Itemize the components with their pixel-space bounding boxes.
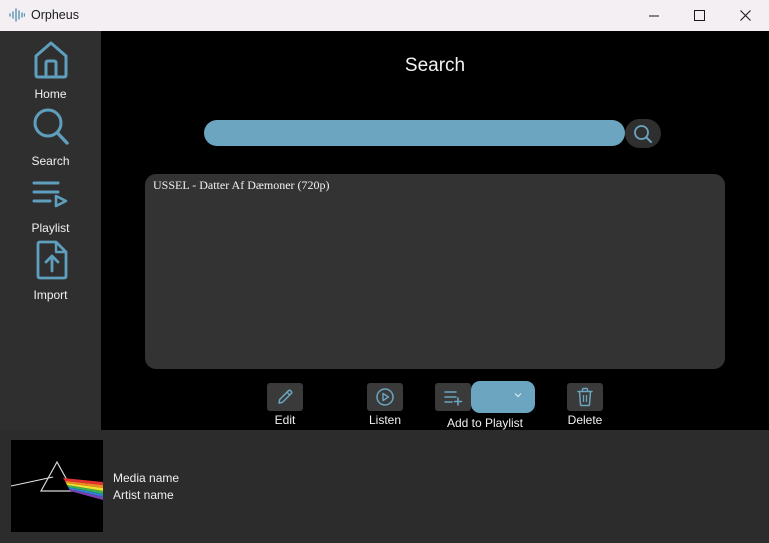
maximize-icon (693, 10, 705, 21)
delete-label: Delete (567, 413, 603, 427)
import-icon (36, 240, 68, 280)
player-bar: Media name Artist name (0, 430, 769, 543)
listen-label: Listen (368, 413, 402, 427)
edit-button[interactable]: Edit (267, 383, 303, 429)
minimize-button[interactable] (631, 0, 677, 31)
list-item[interactable]: USSEL - Datter Af Dæmoner (720p) (153, 178, 330, 193)
search-icon (634, 124, 652, 143)
home-icon (34, 41, 68, 79)
playlist-icon (32, 181, 68, 208)
sidebar-item-playlist[interactable]: Playlist (0, 169, 101, 235)
sidebar-item-label: Import (33, 288, 68, 302)
add-to-playlist-label: Add to Playlist (446, 416, 524, 430)
sidebar-item-label: Home (34, 87, 67, 101)
prism-album-art-image (11, 440, 103, 532)
search-input[interactable] (204, 120, 625, 146)
sidebar: Home Search Playlist Import (0, 31, 101, 430)
pencil-icon (278, 389, 293, 404)
artist-name: Artist name (113, 488, 174, 502)
page-title: Search (404, 55, 466, 76)
delete-button[interactable]: Delete (567, 383, 603, 429)
chevron-down-icon (514, 393, 522, 398)
trash-icon (577, 387, 593, 407)
add-to-playlist-button[interactable] (435, 383, 471, 411)
listen-button[interactable]: Listen (367, 383, 403, 429)
sidebar-item-search[interactable]: Search (0, 102, 101, 168)
sidebar-item-import[interactable]: Import (0, 236, 101, 302)
edit-label: Edit (274, 413, 296, 427)
close-button[interactable] (722, 0, 768, 31)
playlist-add-icon (444, 391, 463, 406)
window-title: Orpheus (31, 8, 79, 22)
results-list[interactable]: USSEL - Datter Af Dæmoner (720p) (145, 174, 725, 369)
playlist-select[interactable] (471, 381, 535, 413)
media-name: Media name (113, 471, 180, 485)
close-icon (739, 10, 751, 21)
album-art[interactable] (11, 440, 103, 532)
sidebar-item-label: Search (31, 154, 70, 168)
main-panel: Search USSEL - Datter Af Dæmoner (720p) … (101, 31, 769, 430)
play-circle-icon (376, 388, 394, 406)
title-bar: Orpheus (0, 0, 769, 31)
sidebar-item-label: Playlist (31, 221, 70, 235)
sidebar-item-home[interactable]: Home (0, 35, 101, 101)
minimize-icon (649, 15, 659, 16)
search-button[interactable] (625, 119, 661, 148)
search-icon (33, 108, 69, 145)
maximize-button[interactable] (676, 0, 722, 31)
soundwave-icon (9, 8, 25, 22)
